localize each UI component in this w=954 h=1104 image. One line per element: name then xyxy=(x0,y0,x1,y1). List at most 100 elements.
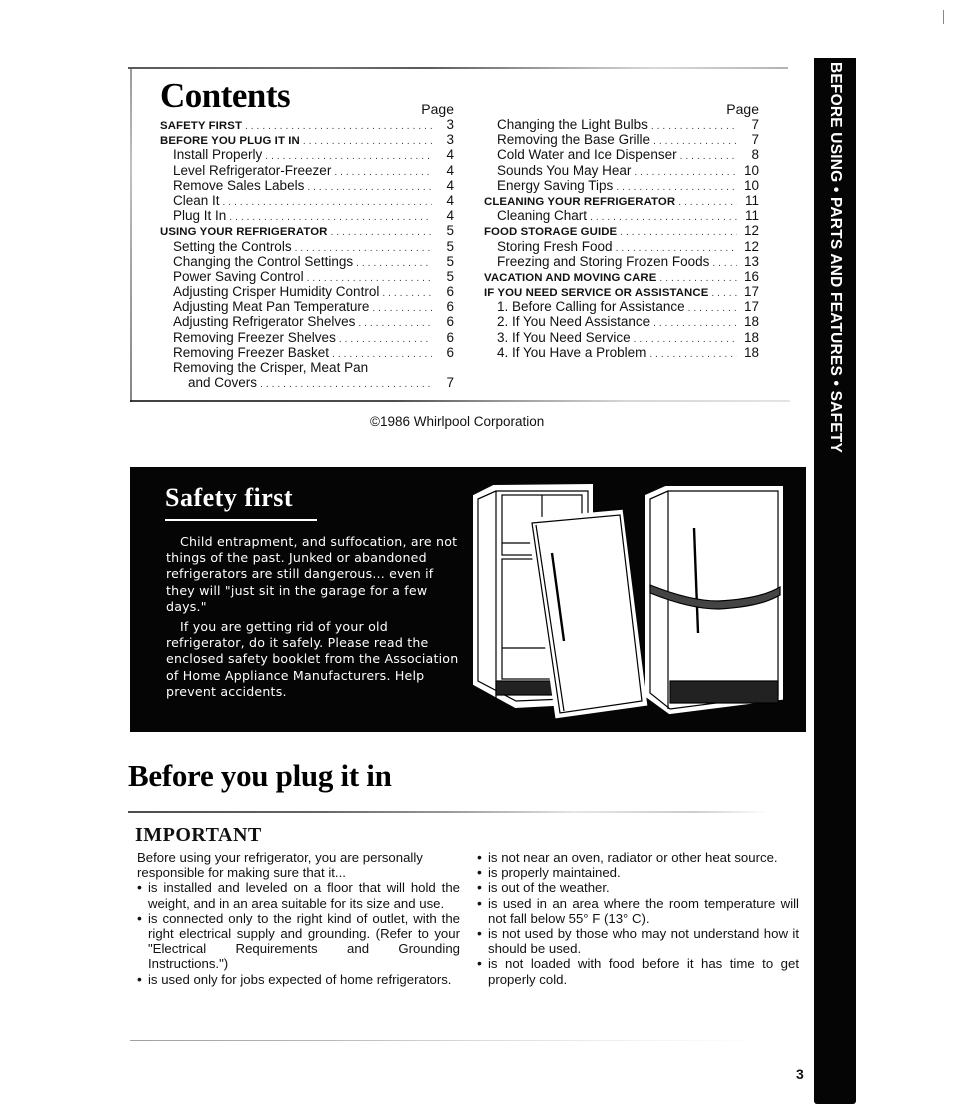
important-heading: IMPORTANT xyxy=(135,824,262,846)
toc-entry[interactable]: Changing the Light Bulbs 7 xyxy=(484,117,759,132)
footer-rule xyxy=(130,1040,770,1041)
toc-leader-dots xyxy=(712,256,737,269)
toc-left-list: SAFETY FIRST3 BEFORE YOU PLUG IT IN 3Insta… xyxy=(160,117,454,390)
toc-entry[interactable]: Setting the Controls 5 xyxy=(160,239,454,254)
toc-leader-dots xyxy=(307,271,432,284)
toc-entry[interactable]: Freezing and Storing Frozen Foods 13 xyxy=(484,254,759,269)
toc-entry[interactable]: Cold Water and Ice Dispenser 8 xyxy=(484,147,759,162)
toc-entry-page: 6 xyxy=(446,344,454,360)
toc-entry[interactable]: Remove Sales Labels 4 xyxy=(160,178,454,193)
toc-entry-page: 13 xyxy=(743,253,759,269)
toc-entry[interactable]: VACATION AND MOVING CARE 16 xyxy=(484,269,759,284)
requirements-list-left: is installed and leveled on a floor that… xyxy=(137,880,460,987)
toc-entry[interactable]: and Covers 7 xyxy=(160,375,454,390)
toc-leader-dots xyxy=(688,301,737,314)
toc-entry-label: Adjusting Meat Pan Temperature xyxy=(173,299,370,315)
toc-entry-label: Power Saving Control xyxy=(173,268,304,284)
requirement-item: is connected only to the right kind of o… xyxy=(137,911,460,972)
toc-entry[interactable]: Adjusting Meat Pan Temperature 6 xyxy=(160,299,454,314)
toc-entry[interactable]: Cleaning Chart 11 xyxy=(484,208,759,223)
toc-entry-label: 4. If You Have a Problem xyxy=(497,344,647,360)
toc-entry-page: 8 xyxy=(751,147,759,163)
toc-entry-label: BEFORE YOU PLUG IT IN xyxy=(160,135,300,148)
toc-entry-label: Removing the Crisper, Meat Pan xyxy=(173,360,369,375)
toc-entry-label: Freezing and Storing Frozen Foods xyxy=(497,253,710,269)
toc-entry[interactable]: SAFETY FIRST 3 xyxy=(160,117,454,132)
toc-entry[interactable]: USING YOUR REFRIGERATOR 5 xyxy=(160,223,454,238)
toc-leader-dots xyxy=(339,332,432,345)
safety-first-title: Safety first xyxy=(165,483,294,512)
toc-leader-dots xyxy=(653,316,737,329)
toc-entry-label: Setting the Controls xyxy=(173,238,292,254)
toc-entry-label: 3. If You Need Service xyxy=(497,329,631,345)
toc-entry[interactable]: Removing Freezer Shelves 6 xyxy=(160,330,454,345)
toc-entry[interactable]: Install Properly 4 xyxy=(160,147,454,162)
toc-entry-page: 10 xyxy=(743,177,759,193)
toc-entry-page: 4 xyxy=(446,192,454,208)
toc-entry[interactable]: Clean It 4 xyxy=(160,193,454,208)
toc-entry[interactable]: 2. If You Need Assistance 18 xyxy=(484,314,759,329)
toc-entry-label: Cleaning Chart xyxy=(497,208,588,224)
toc-entry[interactable]: FOOD STORAGE GUIDE 12 xyxy=(484,223,759,238)
toc-entry-label: CLEANING YOUR REFRIGERATOR xyxy=(484,195,676,208)
toc-entry[interactable]: Plug It In 4 xyxy=(160,208,454,223)
toc-entry-page: 5 xyxy=(446,268,454,284)
refrigerator-illustration xyxy=(473,483,783,719)
contents-left-rule xyxy=(130,68,132,402)
section-rule xyxy=(128,811,768,813)
toc-entry[interactable]: 4. If You Have a Problem 18 xyxy=(484,345,759,360)
toc-entry-label: IF YOU NEED SERVICE OR ASSISTANCE xyxy=(484,287,709,300)
toc-leader-dots xyxy=(295,241,432,254)
toc-entry-page: 12 xyxy=(743,238,759,254)
section-title-before-you-plug-it-in: Before you plug it in xyxy=(128,758,392,793)
toc-entry[interactable]: Energy Saving Tips 10 xyxy=(484,178,759,193)
toc-leader-dots xyxy=(659,271,737,284)
toc-leader-dots xyxy=(634,332,737,345)
toc-entry[interactable]: Power Saving Control 5 xyxy=(160,269,454,284)
toc-entry-page: 7 xyxy=(446,375,454,391)
toc-entry[interactable]: Removing the Base Grille 7 xyxy=(484,132,759,147)
toc-entry-page: 6 xyxy=(446,284,454,300)
toc-page-header: Page xyxy=(421,101,454,117)
toc-entry[interactable]: Adjusting Refrigerator Shelves 6 xyxy=(160,314,454,329)
toc-entry[interactable]: Sounds You May Hear 10 xyxy=(484,163,759,178)
toc-entry[interactable]: Storing Fresh Food 12 xyxy=(484,239,759,254)
toc-left-column: Page SAFETY FIRST 3 BEFORE YOU PLUG IT IN 3… xyxy=(160,101,454,390)
toc-entry-label: Removing Freezer Shelves xyxy=(173,329,336,345)
toc-entry[interactable]: Removing the Crisper, Meat Pan xyxy=(160,360,454,375)
toc-entry-page: 10 xyxy=(743,162,759,178)
safety-title-underline xyxy=(165,519,317,521)
fridge-tied-icon xyxy=(645,486,783,715)
requirement-item: is installed and leveled on a floor that… xyxy=(137,880,460,910)
toc-entry[interactable]: Changing the Control Settings 5 xyxy=(160,254,454,269)
requirements-left-column: Before using your refrigerator, you are … xyxy=(137,850,460,987)
toc-entry-label: 1. Before Calling for Assistance xyxy=(497,299,685,315)
toc-leader-dots xyxy=(265,149,432,162)
fridge-open-icon xyxy=(473,483,648,719)
toc-entry[interactable]: IF YOU NEED SERVICE OR ASSISTANCE 17 xyxy=(484,284,759,299)
toc-entry-page: 11 xyxy=(744,208,759,224)
toc-entry-page: 7 xyxy=(751,117,759,132)
toc-leader-dots xyxy=(649,347,737,360)
requirement-item: is used only for jobs expected of home r… xyxy=(137,972,460,987)
requirements-list-right: is not near an oven, radiator or other h… xyxy=(477,850,799,987)
toc-leader-dots xyxy=(332,347,432,360)
toc-entry[interactable]: Level Refrigerator-Freezer 4 xyxy=(160,163,454,178)
manual-page: BEFORE USING • PARTS AND FEATURES • SAFE… xyxy=(0,0,954,1104)
crop-mark xyxy=(943,10,944,24)
page-number: 3 xyxy=(796,1066,804,1082)
toc-entry[interactable]: Removing Freezer Basket 6 xyxy=(160,345,454,360)
toc-leader-dots xyxy=(372,301,432,314)
toc-entry-label: Plug It In xyxy=(173,208,227,224)
toc-entry-page: 6 xyxy=(446,299,454,315)
toc-entry-label: Cold Water and Ice Dispenser xyxy=(497,147,677,163)
toc-entry[interactable]: 3. If You Need Service 18 xyxy=(484,330,759,345)
toc-entry[interactable]: Adjusting Crisper Humidity Control 6 xyxy=(160,284,454,299)
toc-right-list: Changing the Light Bulbs7Removing the Ba… xyxy=(484,117,759,360)
toc-entry[interactable]: CLEANING YOUR REFRIGERATOR 11 xyxy=(484,193,759,208)
toc-entry-page: 3 xyxy=(446,132,454,148)
toc-entry[interactable]: BEFORE YOU PLUG IT IN 3 xyxy=(160,132,454,147)
toc-entry-page: 5 xyxy=(446,238,454,254)
toc-leader-dots xyxy=(634,165,737,178)
toc-entry[interactable]: 1. Before Calling for Assistance 17 xyxy=(484,299,759,314)
